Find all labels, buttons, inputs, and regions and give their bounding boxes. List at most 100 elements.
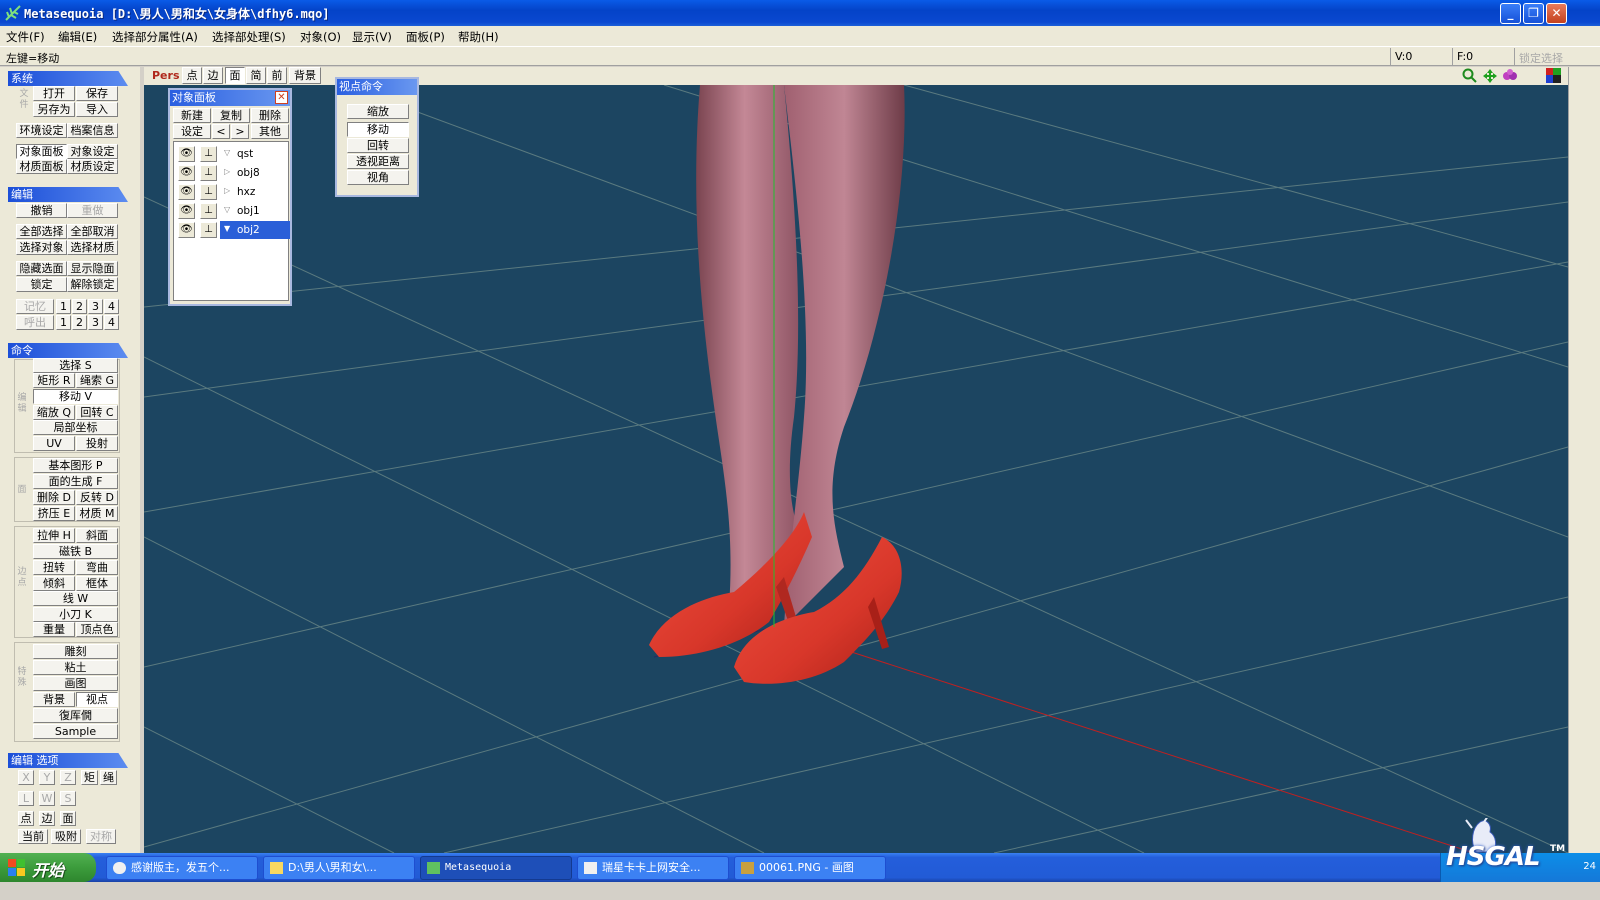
memory-button[interactable]: 记忆 bbox=[16, 299, 54, 314]
copy-object-button[interactable]: 复制 bbox=[212, 108, 250, 123]
current-object-toggle[interactable]: 当前 bbox=[18, 829, 48, 844]
open-button[interactable]: 打开 bbox=[33, 86, 75, 101]
recall-slot-3[interactable]: 3 bbox=[88, 315, 103, 330]
recall-button[interactable]: 呼出 bbox=[16, 315, 54, 330]
flip-face-button[interactable]: 反转 D bbox=[76, 490, 118, 505]
expand-chevron-icon[interactable]: ▷ bbox=[224, 167, 230, 176]
start-button[interactable]: 开始 bbox=[0, 853, 96, 882]
bend-button[interactable]: 弯曲 bbox=[76, 560, 118, 575]
lock-selection-button[interactable]: 锁定选择 bbox=[1514, 48, 1600, 65]
lock-icon[interactable]: ⊥ bbox=[200, 222, 217, 238]
paint-button[interactable]: 画图 bbox=[33, 676, 118, 691]
show-edges-toggle[interactable]: 边 bbox=[203, 67, 223, 84]
uv-button[interactable]: UV bbox=[33, 436, 75, 451]
sample-button[interactable]: Sample bbox=[33, 724, 118, 739]
menu-help[interactable]: 帮助(H) bbox=[458, 29, 499, 45]
taskbar-item-explorer[interactable]: D:\男人\男和女\... bbox=[263, 856, 415, 880]
object-row-obj1[interactable]: 👁 ⊥ ▽ obj1 bbox=[174, 202, 288, 220]
view-move-button[interactable]: 移动 bbox=[347, 122, 409, 137]
viewpoint-button[interactable]: 视点 bbox=[76, 692, 118, 707]
object-row-obj2[interactable]: 👁 ⊥ ▼ obj2 bbox=[174, 221, 290, 239]
view-zoom-button[interactable]: 缩放 bbox=[347, 104, 409, 119]
recall-slot-2[interactable]: 2 bbox=[72, 315, 87, 330]
show-hidden-button[interactable]: 显示隐面 bbox=[67, 261, 118, 276]
lock-icon[interactable]: ⊥ bbox=[200, 203, 217, 219]
front-view-toggle[interactable]: 前 bbox=[267, 67, 287, 84]
sculpt-button[interactable]: 雕刻 bbox=[33, 644, 118, 659]
tilt-button[interactable]: 倾斜 bbox=[33, 576, 75, 591]
menu-panel[interactable]: 面板(P) bbox=[406, 29, 445, 45]
vertex-color-button[interactable]: 顶点色 bbox=[76, 622, 118, 637]
visibility-eye-icon[interactable]: 👁 bbox=[178, 184, 195, 200]
move-tool-button[interactable]: 移动 V bbox=[33, 389, 118, 404]
save-button[interactable]: 保存 bbox=[76, 86, 118, 101]
redo-button[interactable]: 重做 bbox=[67, 203, 118, 218]
object-settings-button[interactable]: 对象设定 bbox=[67, 144, 118, 159]
weight-button[interactable]: 重量 bbox=[33, 622, 75, 637]
select-tool-button[interactable]: 选择 S bbox=[33, 358, 118, 373]
world-w-toggle[interactable]: W bbox=[39, 791, 55, 806]
select-object-button[interactable]: 选择对象 bbox=[16, 240, 67, 255]
primitive-button[interactable]: 基本图形 P bbox=[33, 458, 118, 473]
object-panel-close-button[interactable]: ✕ bbox=[275, 91, 288, 104]
lock-button[interactable]: 锁定 bbox=[16, 277, 67, 292]
hide-selected-button[interactable]: 隐藏选面 bbox=[16, 261, 67, 276]
expand-chevron-icon[interactable]: ▷ bbox=[224, 186, 230, 195]
color-palette-icon[interactable] bbox=[1546, 68, 1561, 83]
new-object-button[interactable]: 新建 bbox=[173, 108, 211, 123]
pan-view-icon[interactable] bbox=[1482, 68, 1498, 84]
edge-mode-toggle[interactable]: 边 bbox=[39, 811, 55, 826]
object-panel-title-bar[interactable]: 对象面板 ✕ bbox=[170, 90, 290, 106]
viewpoint-command-title-bar[interactable]: 视点命令 bbox=[337, 79, 417, 95]
rebuild-button[interactable]: 復厍僩 bbox=[33, 708, 118, 723]
menu-object[interactable]: 对象(O) bbox=[300, 29, 341, 45]
recall-slot-1[interactable]: 1 bbox=[56, 315, 71, 330]
memory-slot-3[interactable]: 3 bbox=[88, 299, 103, 314]
taskbar-item-paint[interactable]: 00061.PNG - 画图 bbox=[734, 856, 886, 880]
snap-toggle[interactable]: 吸附 bbox=[51, 829, 81, 844]
maximize-button[interactable]: ❐ bbox=[1523, 3, 1544, 24]
lattice-button[interactable]: 框体 bbox=[76, 576, 118, 591]
lasso-select-button[interactable]: 绳索 G bbox=[76, 373, 118, 388]
taskbar-item-metasequoia[interactable]: Metasequoia bbox=[420, 856, 572, 880]
projection-mode-label[interactable]: Pers bbox=[152, 69, 180, 82]
menu-file[interactable]: 文件(F) bbox=[6, 29, 45, 45]
lock-icon[interactable]: ⊥ bbox=[200, 184, 217, 200]
material-settings-button[interactable]: 材质设定 bbox=[67, 159, 118, 174]
save-as-button[interactable]: 另存为 bbox=[33, 102, 75, 117]
create-face-button[interactable]: 面的生成 F bbox=[33, 474, 118, 489]
scale-tool-button[interactable]: 缩放 Q bbox=[33, 405, 75, 420]
projection-button[interactable]: 投射 bbox=[76, 436, 118, 451]
clay-button[interactable]: 粘土 bbox=[33, 660, 118, 675]
object-row-obj8[interactable]: 👁 ⊥ ▷ obj8 bbox=[174, 164, 288, 182]
point-mode-toggle[interactable]: 点 bbox=[18, 811, 34, 826]
collapse-chevron-icon[interactable]: ▽ bbox=[224, 205, 230, 214]
symmetry-toggle[interactable]: 对称 bbox=[86, 829, 116, 844]
memory-slot-4[interactable]: 4 bbox=[104, 299, 119, 314]
move-object-down-button[interactable]: > bbox=[231, 124, 249, 139]
background-button[interactable]: 背景 bbox=[33, 692, 75, 707]
visibility-eye-icon[interactable]: 👁 bbox=[178, 203, 195, 219]
menu-select-process[interactable]: 选择部处理(S) bbox=[212, 29, 286, 45]
command-panel-scrollbar[interactable] bbox=[135, 67, 140, 873]
minimize-button[interactable]: _ bbox=[1500, 3, 1521, 24]
menu-display[interactable]: 显示(V) bbox=[352, 29, 392, 45]
object-settings-button-panel[interactable]: 设定 bbox=[173, 124, 211, 139]
object-row-qst[interactable]: 👁 ⊥ ▽ qst bbox=[174, 145, 288, 163]
lasso-option-toggle[interactable]: 绳 bbox=[100, 770, 117, 785]
delete-face-button[interactable]: 删除 D bbox=[33, 490, 75, 505]
tray-clock[interactable]: 24 bbox=[1583, 861, 1596, 872]
view-rotate-button[interactable]: 回转 bbox=[347, 138, 409, 153]
recall-slot-4[interactable]: 4 bbox=[104, 315, 119, 330]
rotate-tool-button[interactable]: 回转 C bbox=[76, 405, 118, 420]
visibility-eye-icon[interactable]: 👁 bbox=[178, 165, 195, 181]
taskbar-item-rising[interactable]: 瑞星卡卡上网安全... bbox=[577, 856, 729, 880]
zoom-view-icon[interactable] bbox=[1462, 68, 1478, 84]
knife-tool-button[interactable]: 小刀 K bbox=[33, 607, 118, 622]
view-angle-button[interactable]: 视角 bbox=[347, 170, 409, 185]
local-l-toggle[interactable]: L bbox=[18, 791, 34, 806]
select-material-button[interactable]: 选择材质 bbox=[67, 240, 118, 255]
object-row-hxz[interactable]: 👁 ⊥ ▷ hxz bbox=[174, 183, 288, 201]
background-toggle[interactable]: 背景 bbox=[289, 67, 321, 84]
local-coords-button[interactable]: 局部坐标 bbox=[33, 420, 118, 435]
